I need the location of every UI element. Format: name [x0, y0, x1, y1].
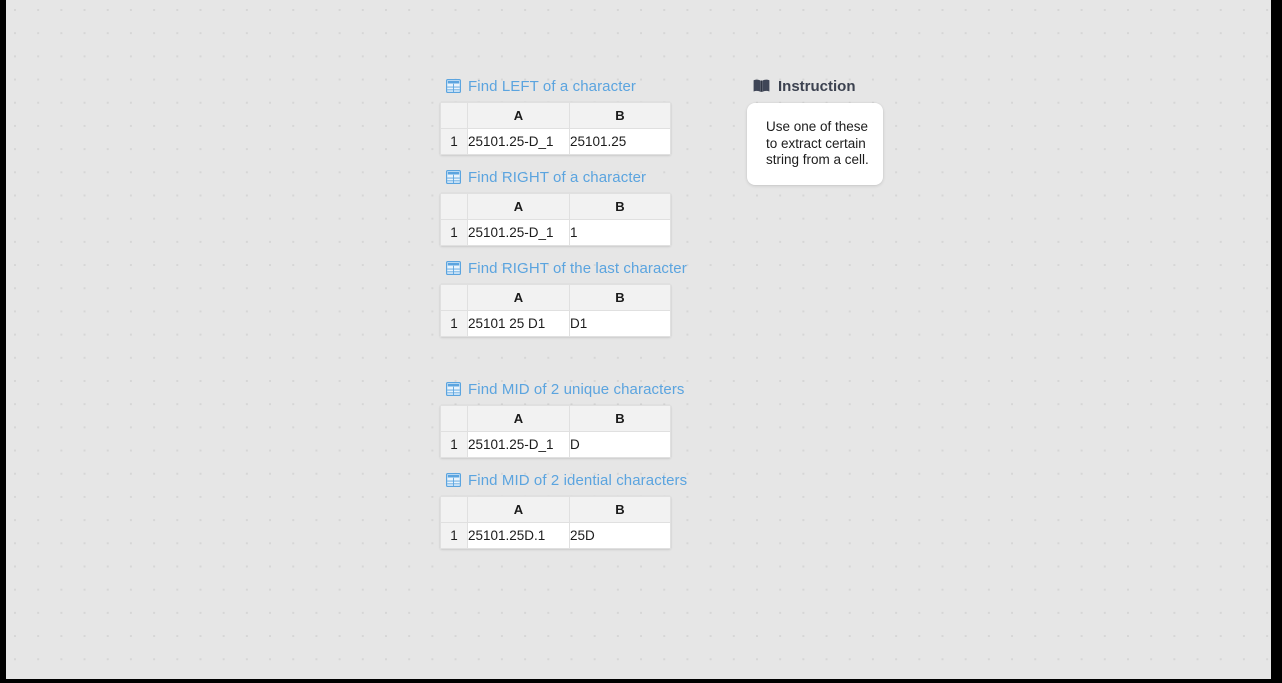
mini-spreadsheet[interactable]: A B 1 25101.25-D_1 1 — [440, 193, 671, 246]
sheet-block-title-label: Find RIGHT of the last character — [468, 259, 687, 277]
row-number[interactable]: 1 — [440, 219, 468, 246]
table-header-row: AB — [440, 496, 671, 523]
table-icon — [446, 261, 461, 275]
instruction-title-label: Instruction — [778, 77, 856, 95]
instruction-panel-title: Instruction — [753, 76, 897, 96]
table-icon — [446, 79, 461, 93]
table-header-row: AB — [440, 102, 671, 129]
cell-a[interactable]: 25101.25-D_1 — [467, 431, 570, 458]
table-row: 1 25101.25-D_1 25101.25 — [440, 128, 671, 155]
table-header-row: AB — [440, 284, 671, 311]
table-row: 1 25101.25-D_1 D — [440, 431, 671, 458]
sheet-block-title-label: Find RIGHT of a character — [468, 168, 647, 186]
sheet-block-title[interactable]: Find RIGHT of a character — [446, 167, 690, 187]
mini-spreadsheet[interactable]: A B 1 25101.25D.1 25D — [440, 496, 671, 549]
table-row: 1 25101.25-D_1 1 — [440, 219, 671, 246]
table-header-row: AB — [440, 193, 671, 220]
column-header-b[interactable]: B — [569, 496, 671, 523]
row-number[interactable]: 1 — [440, 310, 468, 337]
table-icon — [446, 382, 461, 396]
sheet-block: Find RIGHT of the last character A B 1 25101… — [440, 258, 690, 337]
cell-b[interactable]: D1 — [569, 310, 671, 337]
sheet-block: Find MID of 2 unique characters A B 1 25101.… — [440, 379, 690, 458]
table-header-row: AB — [440, 405, 671, 432]
cell-a[interactable]: 25101 25 D1 — [467, 310, 570, 337]
column-header-b[interactable]: B — [569, 193, 671, 220]
mini-spreadsheet[interactable]: A B 1 25101.25-D_1 25101.25 — [440, 102, 671, 155]
sheet-corner-header[interactable] — [440, 102, 468, 129]
sheet-block: Find MID of 2 idential characters A B 1 2510… — [440, 470, 690, 549]
sheet-block-title[interactable]: Find MID of 2 unique characters — [446, 379, 690, 399]
column-header-b[interactable]: B — [569, 102, 671, 129]
sheet-block-title-label: Find MID of 2 idential characters — [468, 471, 688, 489]
cell-b[interactable]: D — [569, 431, 671, 458]
sheet-block-title[interactable]: Find LEFT of a character — [446, 76, 690, 96]
column-header-a[interactable]: A — [467, 284, 570, 311]
instruction-text: Use one of these to extract certain stri… — [766, 119, 869, 167]
sheet-corner-header[interactable] — [440, 193, 468, 220]
instruction-card[interactable]: Use one of these to extract certain stri… — [747, 103, 883, 185]
sheet-block: Find RIGHT of a character A B 1 25101.25-D_1… — [440, 167, 690, 246]
column-header-a[interactable]: A — [467, 405, 570, 432]
row-number[interactable]: 1 — [440, 522, 468, 549]
sheet-block-title[interactable]: Find RIGHT of the last character — [446, 258, 690, 278]
sheet-block-title[interactable]: Find MID of 2 idential characters — [446, 470, 690, 490]
sheet-block: Find LEFT of a character A B 1 25101.25-D_1 2… — [440, 76, 690, 155]
canvas-board[interactable]: Find LEFT of a character A B 1 25101.25-D_1 2… — [6, 0, 1271, 679]
table-row: 1 25101 25 D1 D1 — [440, 310, 671, 337]
mini-spreadsheet[interactable]: A B 1 25101 25 D1 D1 — [440, 284, 671, 337]
cell-a[interactable]: 25101.25-D_1 — [467, 219, 570, 246]
column-header-b[interactable]: B — [569, 405, 671, 432]
sheet-block-title-label: Find MID of 2 unique characters — [468, 380, 685, 398]
table-icon — [446, 473, 461, 487]
sheet-corner-header[interactable] — [440, 405, 468, 432]
instruction-panel: Instruction Use one of these to extract … — [747, 76, 897, 185]
mini-spreadsheet[interactable]: A B 1 25101.25-D_1 D — [440, 405, 671, 458]
cell-b[interactable]: 25101.25 — [569, 128, 671, 155]
cell-a[interactable]: 25101.25D.1 — [467, 522, 570, 549]
column-header-b[interactable]: B — [569, 284, 671, 311]
table-icon — [446, 170, 461, 184]
sheet-block-title-label: Find LEFT of a character — [468, 77, 637, 95]
column-header-a[interactable]: A — [467, 193, 570, 220]
sheet-blocks-column: Find LEFT of a character A B 1 25101.25-D_1 2… — [440, 76, 690, 561]
row-number[interactable]: 1 — [440, 431, 468, 458]
cell-b[interactable]: 25D — [569, 522, 671, 549]
column-header-a[interactable]: A — [467, 102, 570, 129]
row-number[interactable]: 1 — [440, 128, 468, 155]
sheet-corner-header[interactable] — [440, 496, 468, 523]
sheet-corner-header[interactable] — [440, 284, 468, 311]
cell-a[interactable]: 25101.25-D_1 — [467, 128, 570, 155]
table-row: 1 25101.25D.1 25D — [440, 522, 671, 549]
column-header-a[interactable]: A — [467, 496, 570, 523]
book-icon — [753, 79, 770, 93]
cell-b[interactable]: 1 — [569, 219, 671, 246]
screen-frame: Find LEFT of a character A B 1 25101.25-D_1 2… — [0, 0, 1282, 683]
